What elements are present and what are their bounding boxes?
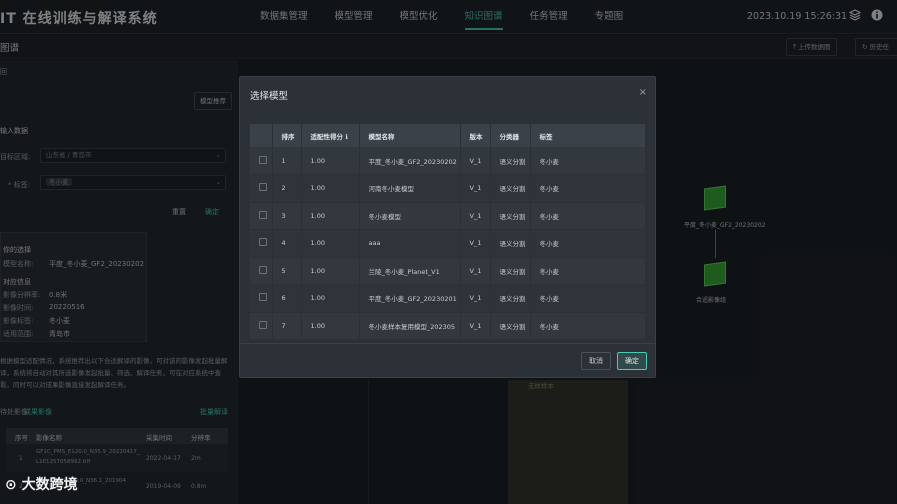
cell-name: 平度_冬小麦_GF2_20230202 — [359, 147, 461, 175]
cell-name: 河南冬小麦模型 — [359, 174, 461, 203]
row-checkbox[interactable] — [259, 183, 267, 192]
cell-tag: 冬小麦 — [530, 257, 646, 285]
cell-cls: 语义分割 — [490, 312, 531, 340]
cancel-button[interactable]: 取消 — [581, 352, 611, 370]
cell-score: 1.00 — [301, 147, 360, 175]
col-score-label: 适配性得分 — [310, 132, 344, 141]
row-checkbox[interactable] — [259, 210, 267, 219]
table-row[interactable]: 6 1.00 平度_冬小麦_GF2_20230201 V_1 语义分割 冬小麦 — [250, 284, 646, 313]
cell-name: 冬小麦模型 — [359, 202, 461, 230]
cell-checkbox[interactable] — [250, 229, 273, 258]
col-tag: 标签 — [530, 124, 646, 147]
row-checkbox[interactable] — [259, 293, 267, 302]
cell-ver: V_1 — [460, 257, 491, 285]
cell-name: 兰陵_冬小麦_Planet_V1 — [359, 257, 461, 285]
close-icon[interactable]: × — [639, 87, 647, 98]
cell-rank: 4 — [272, 229, 302, 258]
cell-name: 冬小麦样本复用模型_202305 — [359, 312, 461, 340]
dialog-footer: 取消 确定 — [240, 343, 655, 377]
cell-ver: V_1 — [460, 174, 491, 203]
cell-tag: 冬小麦 — [530, 312, 646, 340]
cell-tag: 冬小麦 — [530, 174, 646, 203]
cell-rank: 3 — [272, 202, 302, 230]
cell-checkbox[interactable] — [250, 284, 273, 313]
cell-name: aaa — [359, 229, 461, 258]
cell-score: 1.00 — [301, 257, 360, 285]
cell-checkbox[interactable] — [250, 312, 273, 340]
cell-ver: V_1 — [460, 229, 491, 258]
cell-ver: V_1 — [460, 147, 491, 175]
cell-score: 1.00 — [301, 284, 360, 313]
cell-ver: V_1 — [460, 312, 491, 340]
cell-rank: 5 — [272, 257, 302, 285]
cell-tag: 冬小麦 — [530, 284, 646, 313]
table-row[interactable]: 7 1.00 冬小麦样本复用模型_202305 V_1 语义分割 冬小麦 — [250, 312, 646, 340]
cell-ver: V_1 — [460, 202, 491, 230]
col-score: 适配性得分 ℹ — [301, 124, 360, 147]
cell-checkbox[interactable] — [250, 174, 273, 203]
row-checkbox[interactable] — [259, 320, 267, 329]
cell-cls: 语义分割 — [490, 202, 531, 230]
row-checkbox[interactable] — [259, 238, 267, 247]
table-row[interactable]: 4 1.00 aaa V_1 语义分割 冬小麦 — [250, 229, 646, 258]
cell-name: 平度_冬小麦_GF2_20230201 — [359, 284, 461, 313]
table-row[interactable]: 2 1.00 河南冬小麦模型 V_1 语义分割 冬小麦 — [250, 174, 646, 203]
cell-cls: 语义分割 — [490, 147, 531, 175]
ok-button[interactable]: 确定 — [617, 352, 647, 370]
cell-tag: 冬小麦 — [530, 147, 646, 175]
cell-checkbox[interactable] — [250, 147, 273, 175]
cell-score: 1.00 — [301, 202, 360, 230]
col-version: 版本 — [460, 124, 491, 147]
col-checkbox — [250, 124, 273, 147]
cell-cls: 语义分割 — [490, 257, 531, 285]
cell-checkbox[interactable] — [250, 257, 273, 285]
cell-cls: 语义分割 — [490, 174, 531, 203]
info-icon[interactable]: ℹ — [345, 133, 347, 141]
cell-tag: 冬小麦 — [530, 229, 646, 258]
table-row[interactable]: 1 1.00 平度_冬小麦_GF2_20230202 V_1 语义分割 冬小麦 — [250, 147, 646, 175]
cell-tag: 冬小麦 — [530, 202, 646, 230]
cell-rank: 2 — [272, 174, 302, 203]
cell-checkbox[interactable] — [250, 202, 273, 230]
cell-rank: 1 — [272, 147, 302, 175]
cell-score: 1.00 — [301, 174, 360, 203]
table-row[interactable]: 5 1.00 兰陵_冬小麦_Planet_V1 V_1 语义分割 冬小麦 — [250, 257, 646, 285]
col-model-name: 模型名称 — [359, 124, 461, 147]
col-classifier: 分类器 — [490, 124, 531, 147]
row-checkbox[interactable] — [259, 265, 267, 274]
watermark-logo-icon: ⊙ — [5, 477, 22, 493]
row-checkbox[interactable] — [259, 155, 267, 164]
cell-ver: V_1 — [460, 284, 491, 313]
cell-cls: 语义分割 — [490, 229, 531, 258]
cell-rank: 7 — [272, 312, 302, 340]
select-model-dialog: 选择模型 × 排序 适配性得分 ℹ 模型名称 版本 分类器 标签 1 1.00 平度… — [239, 76, 656, 378]
col-rank: 排序 — [272, 124, 302, 147]
dialog-title: 选择模型 — [250, 91, 289, 102]
cell-rank: 6 — [272, 284, 302, 313]
watermark: ⊙ 大数跨境 — [5, 477, 78, 493]
cell-score: 1.00 — [301, 312, 360, 340]
table-row[interactable]: 3 1.00 冬小麦模型 V_1 语义分割 冬小麦 — [250, 202, 646, 230]
cell-score: 1.00 — [301, 229, 360, 258]
cell-cls: 语义分割 — [490, 284, 531, 313]
